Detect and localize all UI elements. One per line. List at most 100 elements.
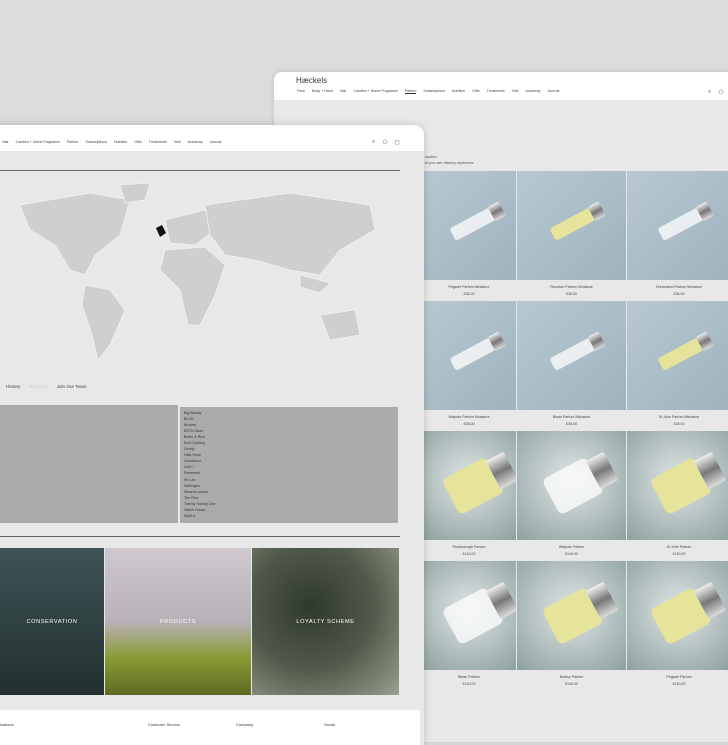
nav-item[interactable]: Journal [547, 89, 559, 94]
nav-item[interactable]: Academy [525, 89, 540, 94]
product-image[interactable] [517, 171, 626, 280]
product-image[interactable] [422, 561, 516, 670]
product-image[interactable] [627, 171, 728, 280]
nav-item[interactable]: Gifts [472, 89, 479, 94]
search-icon[interactable]: ⌕ [708, 89, 711, 96]
footer-heading: Company [236, 722, 254, 727]
product-price: £38.00 [566, 292, 577, 296]
intro-line: s of your own olfactory experience. [422, 161, 475, 165]
product-card[interactable]: Pegwell Parfum £140.00 [627, 561, 728, 691]
nav-item[interactable]: Parfum [67, 140, 79, 144]
product-name[interactable]: St John Parfum [627, 544, 728, 551]
product-name[interactable]: Dreamland Parfum Miniature [627, 284, 728, 291]
product-card[interactable]: Richborough Parfum £140.00 [422, 431, 516, 561]
tile-loyalty-scheme[interactable]: LOYALTY SCHEME [252, 548, 399, 695]
nav-item[interactable]: Journal [210, 140, 222, 144]
tile-conservation[interactable]: CONSERVATION [0, 548, 104, 695]
product-caption: Richborough Parfum £140.00 [422, 540, 516, 561]
nav-item[interactable]: Gifts [134, 140, 141, 144]
product-card[interactable]: St John Parfum £140.00 [627, 431, 728, 561]
product-price: £140.00 [565, 552, 578, 556]
main-nav: Face Body + Hand Hair Candles + Home Fragra… [297, 89, 559, 94]
bottle-image [449, 336, 497, 371]
product-name[interactable]: Walpole Parfum [517, 544, 626, 551]
product-name[interactable]: Richborough Parfum [422, 544, 516, 551]
nav-item[interactable]: Treatments [149, 140, 167, 144]
nav-item[interactable]: Candles + Home Fragrance [353, 89, 397, 94]
product-card[interactable]: St John Parfum Miniature £38.00 [627, 301, 728, 431]
nav-item[interactable]: Subscriptions [85, 140, 107, 144]
product-price: £38.00 [566, 422, 577, 426]
product-caption: Walpole Parfum £140.00 [517, 540, 626, 561]
tile-products[interactable]: PRODUCTS [105, 548, 251, 695]
product-card[interactable]: Botany Parfum £140.00 [517, 561, 626, 691]
product-price: £140.00 [565, 682, 578, 686]
footer-text: ications [0, 722, 14, 727]
nav-item[interactable]: Visit [174, 140, 181, 144]
product-image[interactable] [422, 431, 516, 540]
nav-item[interactable]: Body + Hand [312, 89, 333, 94]
nav-item[interactable]: Treatments [487, 89, 505, 94]
tab-history[interactable]: History [6, 384, 20, 389]
header: Hæckels Face Body + Hand Hair Candles + Hom… [274, 72, 728, 100]
account-icon[interactable]: ⚇ [382, 139, 387, 146]
product-image[interactable] [517, 431, 626, 540]
nav-item[interactable]: Face [297, 89, 305, 94]
tab-stockists[interactable]: Stockists [29, 384, 47, 389]
stockist-item[interactable]: Wylie's [184, 513, 394, 519]
tile-label: CONSERVATION [26, 618, 78, 625]
product-caption: Reculver Parfum Miniature £38.00 [517, 280, 626, 301]
bottle-image [441, 456, 505, 516]
product-name[interactable]: Blean Parfum Miniature [517, 414, 626, 421]
product-caption: Blean Parfum Miniature £38.00 [517, 410, 626, 431]
product-image[interactable] [627, 301, 728, 410]
product-name[interactable]: Reculver Parfum Miniature [517, 284, 626, 291]
nav-item[interactable]: Hair [2, 140, 9, 144]
account-icon[interactable]: ⚇ [718, 89, 723, 96]
about-page-window: Hair Candles + Home Fragrance Parfum Subscr… [0, 125, 424, 745]
product-price: £38.00 [463, 292, 475, 296]
product-image[interactable] [627, 431, 728, 540]
nav-item[interactable]: Visit [512, 89, 519, 94]
nav-item[interactable]: Nutrition [452, 89, 465, 94]
product-image[interactable] [517, 561, 626, 670]
product-caption: St John Parfum £140.00 [627, 540, 728, 561]
product-card[interactable]: Blean Parfum Miniature £38.00 [517, 301, 626, 431]
nav-item[interactable]: Subscriptions [423, 89, 445, 94]
about-tabs: History Stockists Join Our Team [6, 384, 86, 389]
product-price: £140.00 [462, 682, 476, 686]
product-name[interactable]: Pegwell Parfum [627, 674, 728, 681]
product-card[interactable]: Walpole Parfum Miniature £38.00 [422, 301, 516, 431]
product-name[interactable]: Botany Parfum [517, 674, 626, 681]
product-image[interactable] [422, 171, 516, 280]
nav-item[interactable]: Candles + Home Fragrance [16, 140, 60, 144]
product-name[interactable]: Walpole Parfum Miniature [422, 414, 516, 421]
logo[interactable]: Hæckels [296, 76, 327, 85]
product-card[interactable]: Blean Parfum £140.00 [422, 561, 516, 691]
tab-join-our-team[interactable]: Join Our Team [57, 384, 87, 389]
uk-highlight [156, 225, 166, 237]
nav-item[interactable]: Parfum [404, 89, 417, 94]
nav-item[interactable]: Nutrition [114, 140, 127, 144]
product-name[interactable]: St John Parfum Miniature [627, 414, 728, 421]
product-card[interactable]: Walpole Parfum £140.00 [517, 431, 626, 561]
product-card[interactable]: Reculver Parfum Miniature £38.00 [517, 171, 626, 301]
world-map [19, 182, 376, 361]
product-card[interactable]: Pegwell Parfum Miniature £38.00 [422, 171, 516, 301]
header: Hair Candles + Home Fragrance Parfum Subscr… [0, 125, 424, 151]
product-name[interactable]: Pegwell Parfum Miniature [422, 284, 516, 291]
product-card[interactable]: Dreamland Parfum Miniature £38.00 [627, 171, 728, 301]
product-caption: Botany Parfum £140.00 [517, 670, 626, 691]
nav-item[interactable]: Hair [340, 89, 347, 94]
product-price: £38.00 [463, 422, 475, 426]
nav-item[interactable]: Academy [188, 140, 203, 144]
product-caption: Blean Parfum £140.00 [422, 670, 516, 691]
product-image[interactable] [422, 301, 516, 410]
product-image[interactable] [517, 301, 626, 410]
bag-icon[interactable]: ◻ [395, 139, 400, 146]
search-icon[interactable]: ⌕ [372, 139, 375, 146]
product-image[interactable] [627, 561, 728, 670]
product-name[interactable]: Blean Parfum [422, 674, 516, 681]
intro-text: n location. s of your own olfactory expe… [422, 154, 474, 166]
product-caption: Pegwell Parfum £140.00 [627, 670, 728, 691]
